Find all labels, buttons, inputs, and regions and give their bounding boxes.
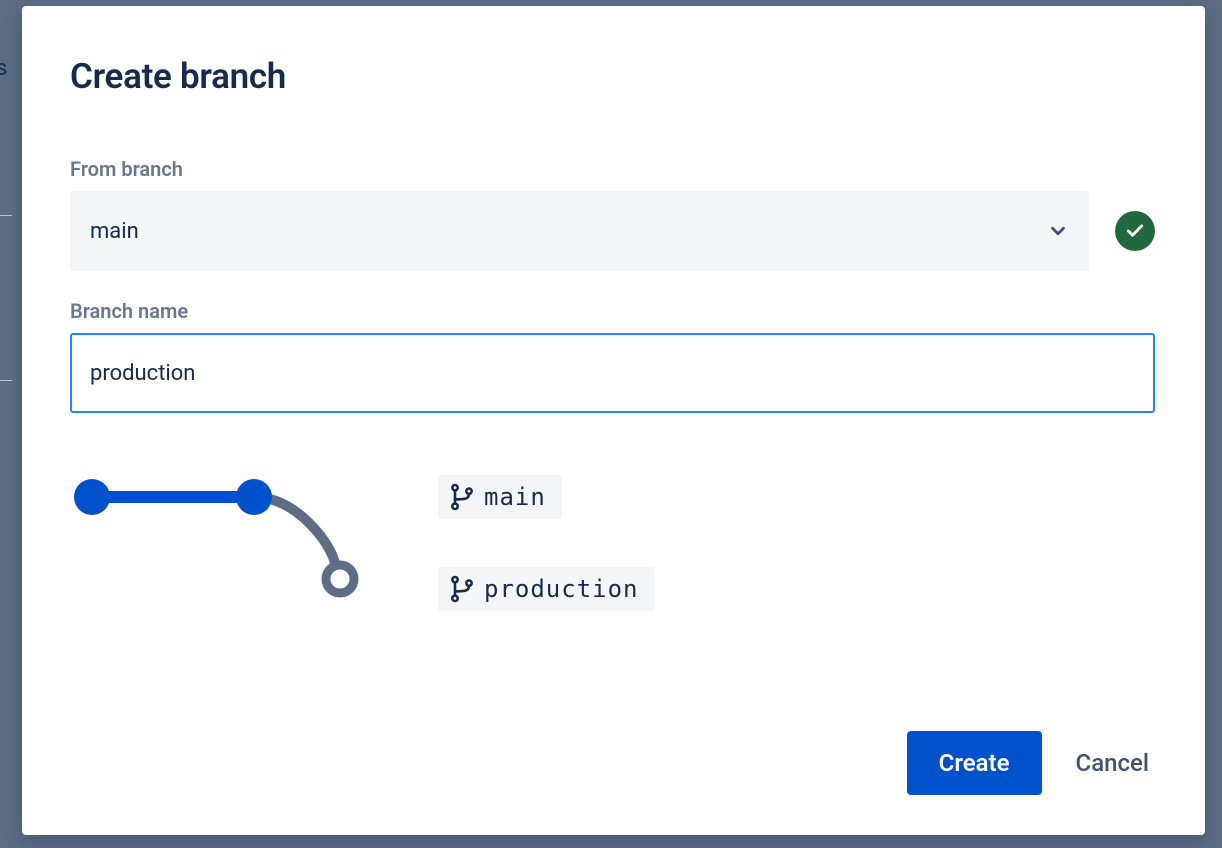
create-button[interactable]: Create [907, 731, 1042, 795]
modal-title: Create branch [70, 56, 1155, 97]
create-branch-modal: Create branch From branch main Branch na… [22, 6, 1205, 835]
cancel-button[interactable]: Cancel [1076, 749, 1149, 777]
source-branch-name: main [484, 483, 546, 511]
from-branch-selected-value: main [90, 219, 139, 244]
modal-footer: Create Cancel [70, 731, 1155, 795]
branch-name-group: Branch name [70, 299, 1155, 413]
target-branch-name: production [484, 575, 639, 603]
background-divider [0, 215, 12, 216]
background-divider [0, 380, 12, 381]
git-branch-icon [448, 575, 476, 603]
branch-label-list: main production [438, 475, 655, 611]
git-branch-icon [448, 483, 476, 511]
background-text-fragment: s [0, 56, 7, 81]
branch-diagram: main production [70, 475, 1155, 611]
chevron-down-icon [1047, 220, 1069, 242]
branch-graph-icon [70, 475, 370, 605]
from-branch-row: main [70, 191, 1155, 271]
from-branch-label: From branch [70, 157, 1155, 181]
branch-name-label: Branch name [70, 299, 1155, 323]
from-branch-group: From branch main [70, 157, 1155, 271]
branch-name-input[interactable] [70, 333, 1155, 413]
target-branch-chip: production [438, 567, 655, 611]
from-branch-select[interactable]: main [70, 191, 1089, 271]
valid-check-icon [1115, 211, 1155, 251]
source-branch-chip: main [438, 475, 562, 519]
